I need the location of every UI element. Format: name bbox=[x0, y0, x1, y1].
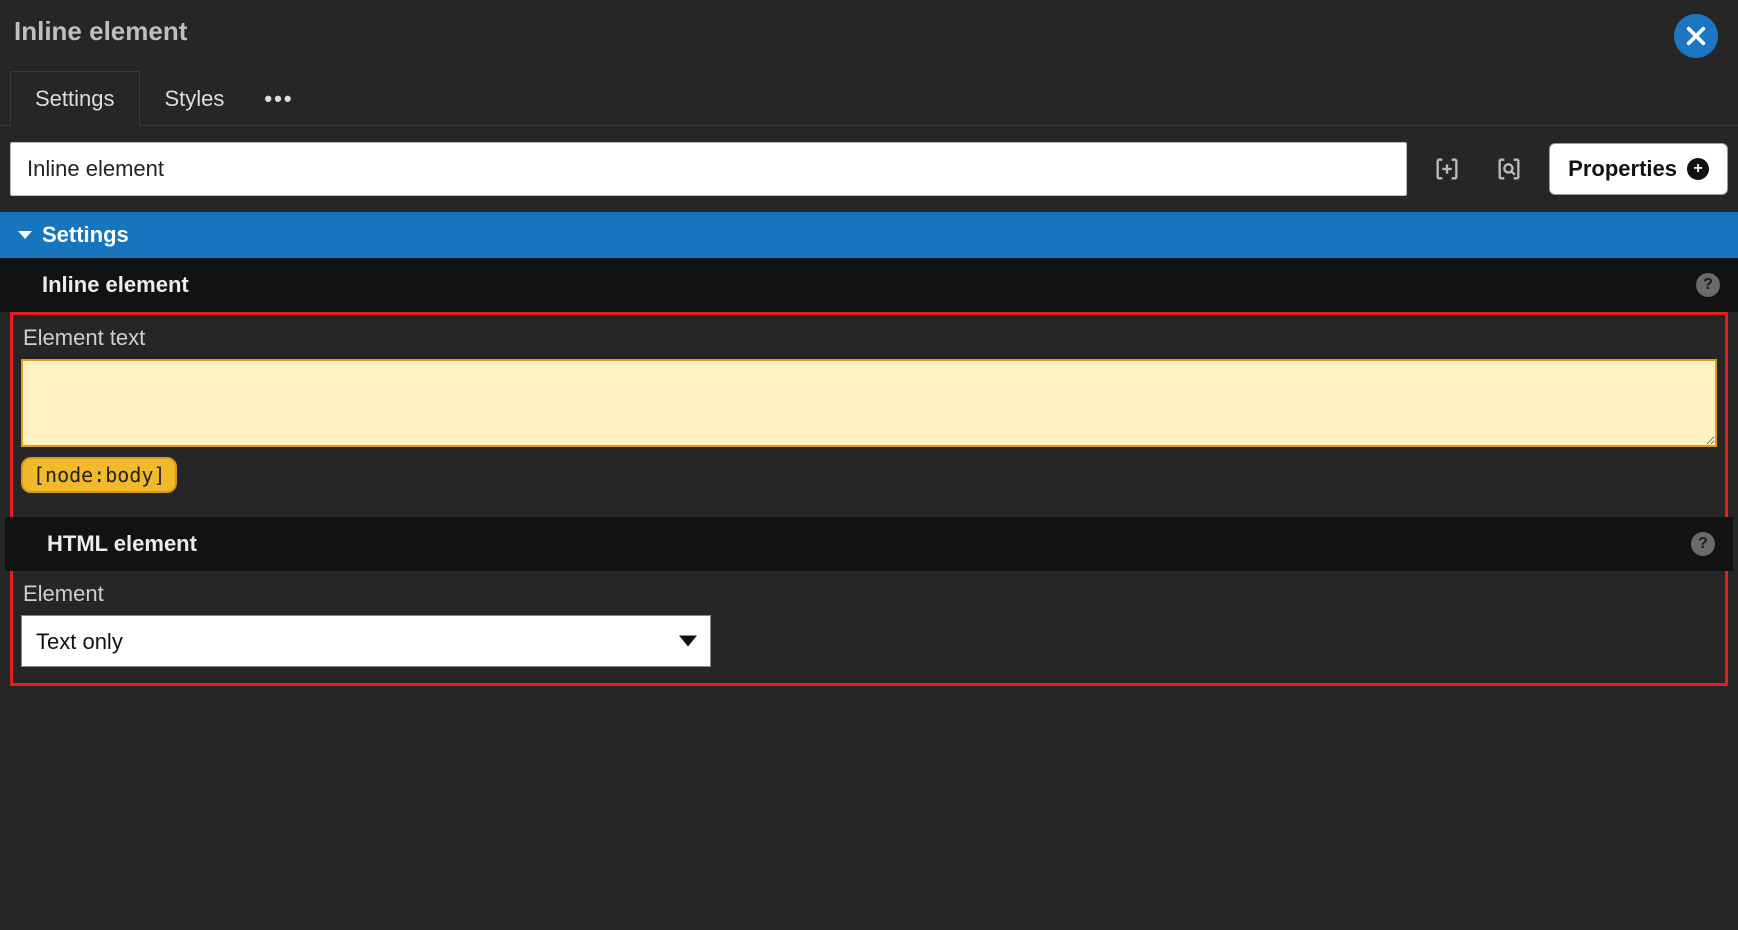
inline-element-subheader-title: Inline element bbox=[42, 272, 189, 298]
element-select-wrap: Text only bbox=[21, 615, 711, 667]
plus-circle-icon: + bbox=[1687, 158, 1709, 180]
panel-header: Inline element bbox=[0, 0, 1738, 58]
element-select-field: Element Text only bbox=[13, 571, 1725, 683]
settings-section-header[interactable]: Settings bbox=[0, 212, 1738, 258]
inline-element-subheader: Inline element ? bbox=[0, 258, 1738, 312]
html-element-subheader: HTML element ? bbox=[5, 517, 1733, 571]
tab-more[interactable]: ••• bbox=[249, 71, 314, 126]
close-icon bbox=[1685, 25, 1707, 47]
close-button[interactable] bbox=[1674, 14, 1718, 58]
settings-section-label: Settings bbox=[42, 222, 129, 248]
search-bracket-icon bbox=[1495, 155, 1523, 183]
inline-element-panel: Inline element Settings Styles ••• Prope… bbox=[0, 0, 1738, 686]
toolbar: Properties + bbox=[0, 126, 1738, 212]
add-bracket-icon bbox=[1433, 155, 1461, 183]
element-title-input[interactable] bbox=[10, 142, 1407, 196]
properties-button[interactable]: Properties + bbox=[1549, 143, 1728, 195]
help-icon[interactable]: ? bbox=[1691, 532, 1715, 556]
element-text-field: Element text [node:body] bbox=[13, 315, 1725, 509]
element-select[interactable]: Text only bbox=[21, 615, 711, 667]
search-element-button[interactable] bbox=[1487, 147, 1531, 191]
highlighted-settings-box: Element text [node:body] HTML element ? … bbox=[10, 312, 1728, 686]
help-icon[interactable]: ? bbox=[1696, 273, 1720, 297]
add-element-button[interactable] bbox=[1425, 147, 1469, 191]
tab-settings[interactable]: Settings bbox=[10, 71, 140, 126]
properties-button-label: Properties bbox=[1568, 156, 1677, 182]
element-select-label: Element bbox=[21, 579, 1717, 615]
html-element-subheader-title: HTML element bbox=[47, 531, 197, 557]
element-text-label: Element text bbox=[21, 323, 1717, 359]
tabs: Settings Styles ••• bbox=[0, 70, 1738, 126]
element-text-textarea[interactable] bbox=[21, 359, 1717, 447]
tab-styles[interactable]: Styles bbox=[140, 71, 250, 126]
caret-down-icon bbox=[18, 231, 32, 239]
token-chip-node-body[interactable]: [node:body] bbox=[21, 457, 177, 493]
panel-title: Inline element bbox=[14, 16, 187, 53]
